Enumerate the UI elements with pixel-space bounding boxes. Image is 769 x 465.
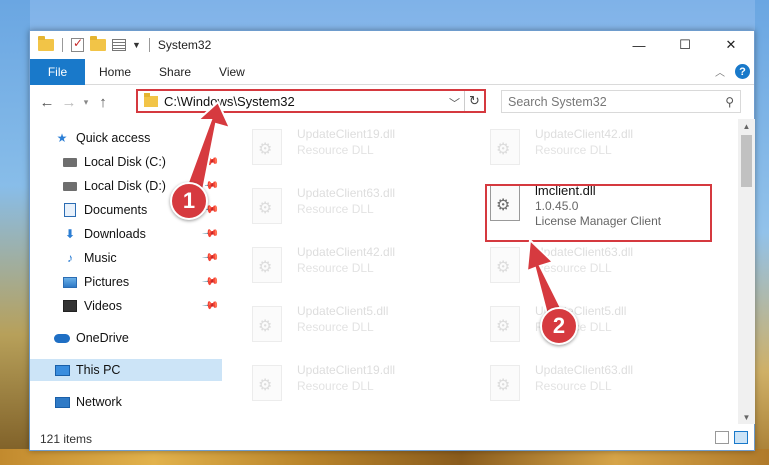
annotation-arrows <box>184 100 564 320</box>
arrow-1 <box>184 100 232 192</box>
step-callout-1: 1 <box>170 182 208 220</box>
step-callout-2: 2 <box>540 307 578 345</box>
